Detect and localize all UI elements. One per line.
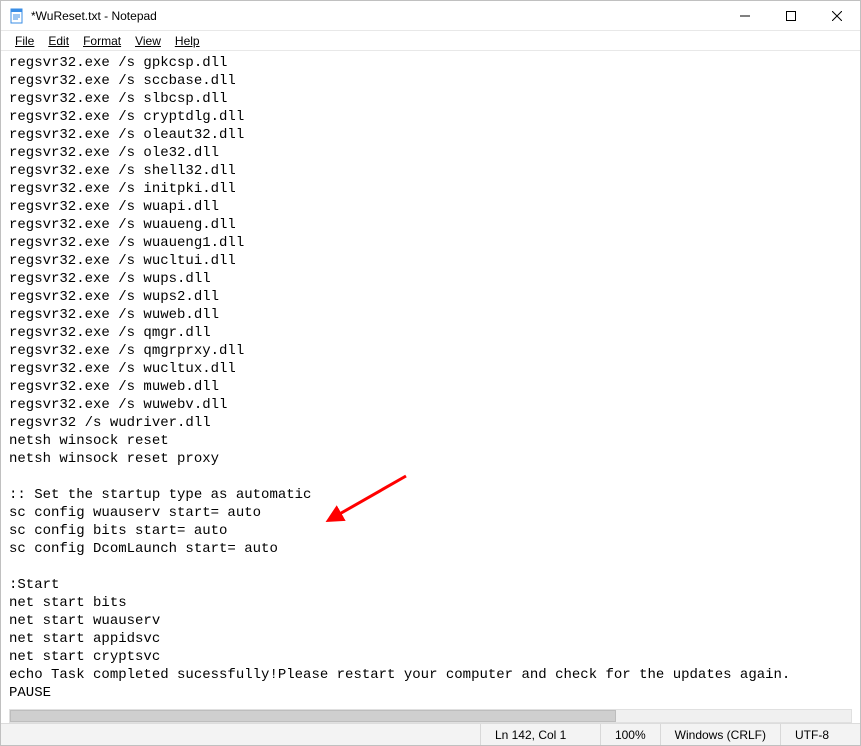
minimize-button[interactable] (722, 1, 768, 30)
editor-content[interactable]: regsvr32.exe /s gpkcsp.dll regsvr32.exe … (1, 52, 860, 702)
status-position: Ln 142, Col 1 (480, 724, 600, 745)
menu-view[interactable]: View (129, 33, 167, 49)
editor-viewport: regsvr32.exe /s gpkcsp.dll regsvr32.exe … (1, 52, 860, 723)
title-bar: *WuReset.txt - Notepad (1, 1, 860, 31)
window-controls (722, 1, 860, 30)
status-zoom: 100% (600, 724, 660, 745)
status-encoding: UTF-8 (780, 724, 860, 745)
notepad-icon (9, 8, 25, 24)
window-title: *WuReset.txt - Notepad (31, 9, 157, 23)
menu-format[interactable]: Format (77, 33, 127, 49)
menu-bar: File Edit Format View Help (1, 31, 860, 51)
close-button[interactable] (814, 1, 860, 30)
status-bar: Ln 142, Col 1 100% Windows (CRLF) UTF-8 (1, 723, 860, 745)
menu-edit[interactable]: Edit (42, 33, 75, 49)
horizontal-scrollbar[interactable] (9, 709, 852, 723)
menu-help[interactable]: Help (169, 33, 206, 49)
horizontal-scrollbar-thumb[interactable] (10, 710, 616, 722)
status-eol: Windows (CRLF) (660, 724, 780, 745)
menu-file[interactable]: File (9, 33, 40, 49)
maximize-button[interactable] (768, 1, 814, 30)
